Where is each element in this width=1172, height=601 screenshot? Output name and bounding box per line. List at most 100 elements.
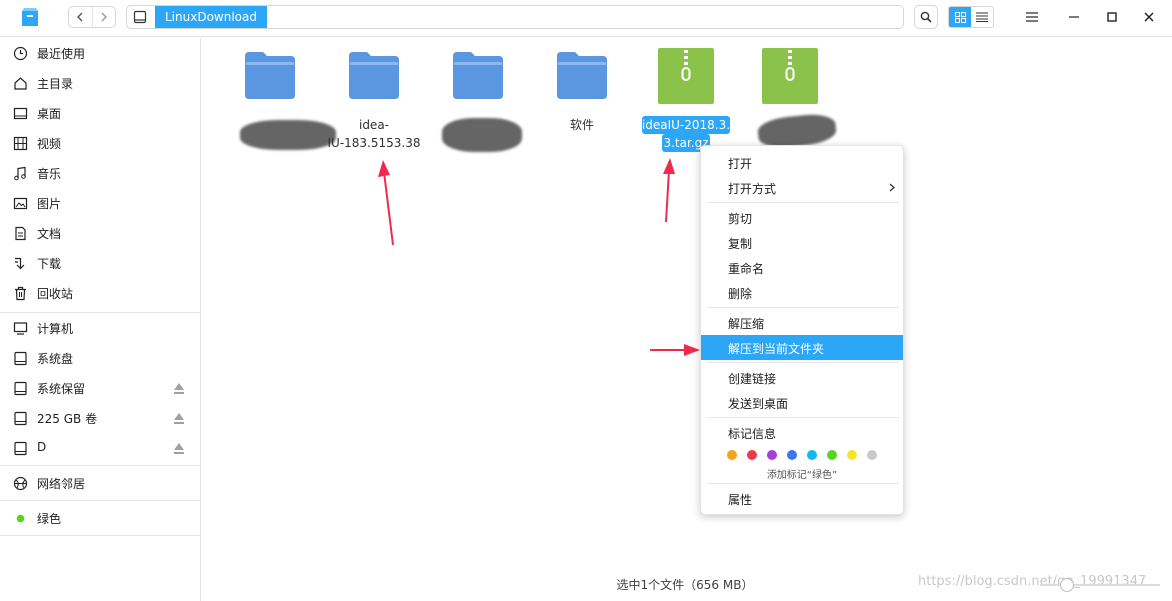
breadcrumb[interactable]: LinuxDownload bbox=[126, 5, 904, 29]
menu-item-properties[interactable]: 属性 bbox=[701, 486, 903, 511]
disk-icon bbox=[14, 381, 27, 396]
menu-item-extract-here[interactable]: 解压到当前文件夹 bbox=[701, 335, 903, 360]
disk-icon bbox=[14, 351, 27, 366]
submenu-arrow-icon bbox=[889, 183, 895, 192]
menu-item-tag-info[interactable]: 标记信息 bbox=[701, 420, 903, 445]
menu-item-copy[interactable]: 复制 bbox=[701, 230, 903, 255]
file-name: 软件 bbox=[569, 118, 594, 132]
tag-color-red[interactable] bbox=[747, 450, 757, 460]
breadcrumb-current[interactable]: LinuxDownload bbox=[155, 6, 267, 28]
sidebar-item-music[interactable]: 音乐 bbox=[0, 158, 200, 188]
menu-item-label: 重命名 bbox=[728, 262, 765, 276]
menu-item-decompress[interactable]: 解压缩 bbox=[701, 310, 903, 335]
sidebar-item-225gb-volume[interactable]: 225 GB 卷 bbox=[0, 403, 200, 433]
watermark: https://blog.csdn.net/qq_19991347 bbox=[918, 574, 1147, 589]
sidebar-item-documents[interactable]: 文档 bbox=[0, 218, 200, 248]
file-item[interactable]: 软件 bbox=[532, 38, 632, 158]
sidebar-item-trash[interactable]: 回收站 bbox=[0, 278, 200, 308]
folder-icon bbox=[245, 52, 295, 99]
sidebar-item-label: D bbox=[37, 440, 47, 454]
sidebar-item-label: 计算机 bbox=[37, 322, 74, 336]
forward-button[interactable] bbox=[91, 7, 116, 27]
menu-item-open[interactable]: 打开 bbox=[701, 150, 903, 175]
menu-item-create-link[interactable]: 创建链接 bbox=[701, 365, 903, 390]
sidebar-item-system-disk[interactable]: 系统盘 bbox=[0, 343, 200, 373]
zoom-slider-track[interactable] bbox=[1040, 584, 1160, 586]
sidebar-item-system-reserved[interactable]: 系统保留 bbox=[0, 373, 200, 403]
sidebar-item-label: 网络邻居 bbox=[37, 477, 86, 491]
file-item[interactable] bbox=[740, 38, 840, 158]
menu-item-rename[interactable]: 重命名 bbox=[701, 255, 903, 280]
tag-color-green[interactable] bbox=[827, 450, 837, 460]
tag-color-yellow[interactable] bbox=[847, 450, 857, 460]
sidebar-item-downloads[interactable]: 下载 bbox=[0, 248, 200, 278]
sidebar-item-desktop[interactable]: 桌面 bbox=[0, 98, 200, 128]
menu-item-send-to-desktop[interactable]: 发送到桌面 bbox=[701, 390, 903, 415]
tag-color-purple[interactable] bbox=[767, 450, 777, 460]
sidebar-item-label: 系统保留 bbox=[37, 382, 86, 396]
tag-hint: 添加标记“绿色” bbox=[766, 470, 838, 481]
picture-icon bbox=[13, 197, 28, 210]
menu-item-delete[interactable]: 删除 bbox=[701, 280, 903, 305]
sidebar-item-d[interactable]: D bbox=[0, 433, 200, 463]
close-button[interactable] bbox=[1137, 6, 1161, 28]
drive-icon bbox=[133, 10, 147, 24]
menu-separator bbox=[707, 202, 899, 203]
minimize-button[interactable] bbox=[1062, 6, 1086, 28]
folder-icon bbox=[557, 52, 607, 99]
eject-icon[interactable] bbox=[174, 413, 184, 424]
zoom-slider-handle[interactable] bbox=[1060, 578, 1074, 592]
sidebar-item-pictures[interactable]: 图片 bbox=[0, 188, 200, 218]
hamburger-menu-icon bbox=[1026, 12, 1038, 22]
icon-view-button[interactable] bbox=[949, 7, 971, 27]
file-item-selected[interactable]: ideaIU-2018.3. 3.tar.gz bbox=[636, 38, 736, 158]
file-item[interactable] bbox=[428, 38, 528, 158]
menu-item-open-with[interactable]: 打开方式 bbox=[701, 175, 903, 200]
sidebar-item-tag-green[interactable]: 绿色 bbox=[0, 503, 200, 533]
navigation-buttons bbox=[68, 6, 116, 28]
search-button[interactable] bbox=[914, 5, 938, 29]
sidebar: 最近使用 主目录 桌面 视频 音乐 图片 文档 下载 回收站 计算机 系统盘 系… bbox=[0, 38, 201, 601]
list-icon bbox=[976, 12, 988, 22]
sidebar-item-network[interactable]: 网络邻居 bbox=[0, 468, 200, 498]
menu-item-cut[interactable]: 剪切 bbox=[701, 205, 903, 230]
video-icon bbox=[13, 136, 28, 151]
sidebar-divider bbox=[0, 535, 200, 536]
menu-item-label: 删除 bbox=[728, 287, 753, 301]
eject-icon[interactable] bbox=[174, 383, 184, 394]
sidebar-item-label: 音乐 bbox=[37, 167, 62, 181]
tag-color-blue[interactable] bbox=[787, 450, 797, 460]
tag-color-gray[interactable] bbox=[867, 450, 877, 460]
sidebar-item-computer[interactable]: 计算机 bbox=[0, 313, 200, 343]
eject-icon[interactable] bbox=[174, 443, 184, 454]
menu-separator bbox=[707, 307, 899, 308]
sidebar-item-recent[interactable]: 最近使用 bbox=[0, 38, 200, 68]
network-icon bbox=[13, 476, 28, 491]
chevron-left-icon bbox=[77, 12, 83, 22]
menu-item-label: 创建链接 bbox=[728, 372, 777, 386]
tag-color-cyan[interactable] bbox=[807, 450, 817, 460]
menu-item-label: 解压到当前文件夹 bbox=[728, 342, 825, 356]
sidebar-item-label: 最近使用 bbox=[37, 47, 86, 61]
list-view-button[interactable] bbox=[971, 7, 993, 27]
menu-item-label: 打开方式 bbox=[728, 182, 777, 196]
sidebar-item-label: 系统盘 bbox=[37, 352, 74, 366]
sidebar-item-home[interactable]: 主目录 bbox=[0, 68, 200, 98]
tag-color-orange[interactable] bbox=[727, 450, 737, 460]
minimize-icon bbox=[1069, 16, 1079, 18]
maximize-button[interactable] bbox=[1100, 6, 1124, 28]
redacted-filename bbox=[442, 118, 522, 152]
file-item[interactable] bbox=[220, 38, 336, 158]
computer-icon bbox=[13, 322, 28, 335]
file-item[interactable]: idea- IU-183.5153.38 bbox=[324, 38, 424, 158]
sidebar-item-label: 视频 bbox=[37, 137, 62, 151]
main-menu-button[interactable] bbox=[1020, 6, 1044, 28]
close-icon bbox=[1144, 12, 1154, 22]
music-icon bbox=[14, 166, 26, 181]
file-view: idea- IU-183.5153.38 软件 ideaIU-2018.3. 3… bbox=[202, 38, 1172, 601]
sidebar-item-label: 下载 bbox=[37, 257, 62, 271]
back-button[interactable] bbox=[69, 7, 92, 27]
sidebar-item-videos[interactable]: 视频 bbox=[0, 128, 200, 158]
status-bar-text: 选中1个文件（656 MB） bbox=[616, 578, 754, 592]
disk-icon bbox=[14, 411, 27, 426]
